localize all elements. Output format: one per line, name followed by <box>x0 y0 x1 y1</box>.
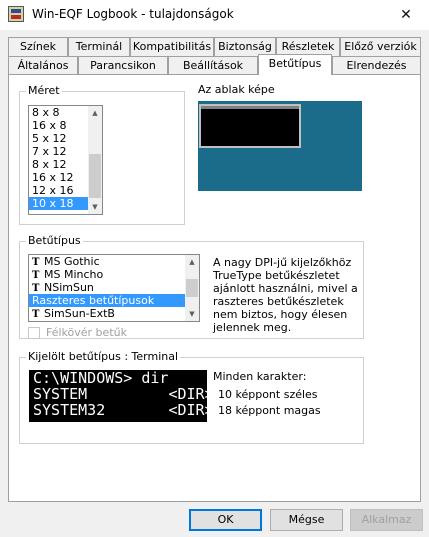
font-group: Betűtípus T MS Gothic T MS Mincho T NSimSun… <box>19 234 364 339</box>
size-listbox[interactable]: 8 x 8 16 x 8 5 x 12 7 x 12 8 x 12 16 x 1… <box>28 105 103 215</box>
tab-beallitasok[interactable]: Beállítások <box>168 56 258 75</box>
font-name: Raszteres betűtípusok <box>32 294 155 307</box>
size-group: Méret 8 x 8 16 x 8 5 x 12 7 x 12 8 x 12 … <box>19 84 185 225</box>
tab-elozo-verziok[interactable]: Előző verziók <box>340 37 421 56</box>
char-height-text: 18 képpont magas <box>218 404 321 417</box>
tab-parancsikon[interactable]: Parancsikon <box>78 56 168 75</box>
bold-checkbox[interactable] <box>28 327 40 339</box>
tab-elrendezes[interactable]: Elrendezés <box>332 56 421 75</box>
bold-checkbox-label: Félkövér betűk <box>46 326 127 339</box>
font-group-label: Betűtípus <box>26 234 83 248</box>
sample-line: C:\WINDOWS> dir <box>33 370 169 387</box>
window-title: Win-EQF Logbook - tulajdonságok <box>32 7 234 21</box>
tab-betutipus[interactable]: Betűtípus <box>258 54 332 75</box>
font-name: MS Mincho <box>44 268 104 281</box>
font-name: NSimSun <box>44 281 94 294</box>
truetype-icon: T <box>32 309 40 320</box>
scroll-thumb[interactable] <box>89 154 101 198</box>
font-tab-panel: Méret 8 x 8 16 x 8 5 x 12 7 x 12 8 x 12 … <box>8 74 421 502</box>
list-item-selected[interactable]: Raszteres betűtípusok <box>29 294 199 307</box>
tab-terminal[interactable]: Terminál <box>68 37 130 56</box>
tab-kompatibilitas[interactable]: Kompatibilitás <box>130 37 214 56</box>
sample-line: SYSTEM <DIR> <box>33 385 207 403</box>
window-preview <box>198 101 362 191</box>
font-name: MS Gothic <box>44 255 100 268</box>
scroll-up-arrow-icon[interactable]: ▲ <box>88 106 102 120</box>
font-name: SimSun-ExtB <box>44 307 115 320</box>
char-width-text: 10 képpont széles <box>218 388 318 401</box>
size-scrollbar[interactable]: ▲ ▼ <box>88 106 102 214</box>
window-preview-label: Az ablak képe <box>198 83 275 96</box>
scroll-thumb[interactable] <box>186 279 198 297</box>
ok-button[interactable]: OK <box>189 509 262 531</box>
tab-szinek[interactable]: Színek <box>8 37 68 56</box>
font-listbox[interactable]: T MS Gothic T MS Mincho T NSimSun Raszteres… <box>28 254 200 322</box>
console-preview <box>199 104 301 148</box>
selected-font-group-label: Kijelölt betűtípus : Terminal <box>26 350 181 364</box>
scroll-down-arrow-icon[interactable]: ▼ <box>185 307 199 321</box>
app-icon <box>8 6 24 22</box>
font-scrollbar[interactable]: ▲ ▼ <box>185 255 199 321</box>
cancel-button[interactable]: Mégse <box>270 509 343 531</box>
list-item[interactable]: T SimSun-ExtB <box>29 307 199 320</box>
list-item[interactable]: T MS Mincho <box>29 268 199 281</box>
close-button[interactable]: ✕ <box>383 0 429 30</box>
chars-label: Minden karakter: <box>213 370 307 383</box>
selected-font-group: Kijelölt betűtípus : Terminal C:\WINDOWS… <box>19 350 364 444</box>
truetype-info-text: A nagy DPI-jű kijelzőkhöz TrueType betűk… <box>213 256 358 334</box>
sample-line: SYSTEM32 <DIR> <box>33 401 207 419</box>
size-group-label: Méret <box>26 84 62 98</box>
list-item[interactable]: T NSimSun <box>29 281 199 294</box>
apply-button[interactable]: Alkalmaz <box>350 509 423 531</box>
title-bar: Win-EQF Logbook - tulajdonságok ✕ <box>0 0 429 30</box>
list-item[interactable]: T MS Gothic <box>29 255 199 268</box>
font-sample-preview: C:\WINDOWS> dir SYSTEM <DIR> SYSTEM32 <DIR… <box>29 370 207 422</box>
scroll-up-arrow-icon[interactable]: ▲ <box>185 255 199 269</box>
tab-altalanos[interactable]: Általános <box>8 56 78 75</box>
scroll-down-arrow-icon[interactable]: ▼ <box>88 200 102 214</box>
